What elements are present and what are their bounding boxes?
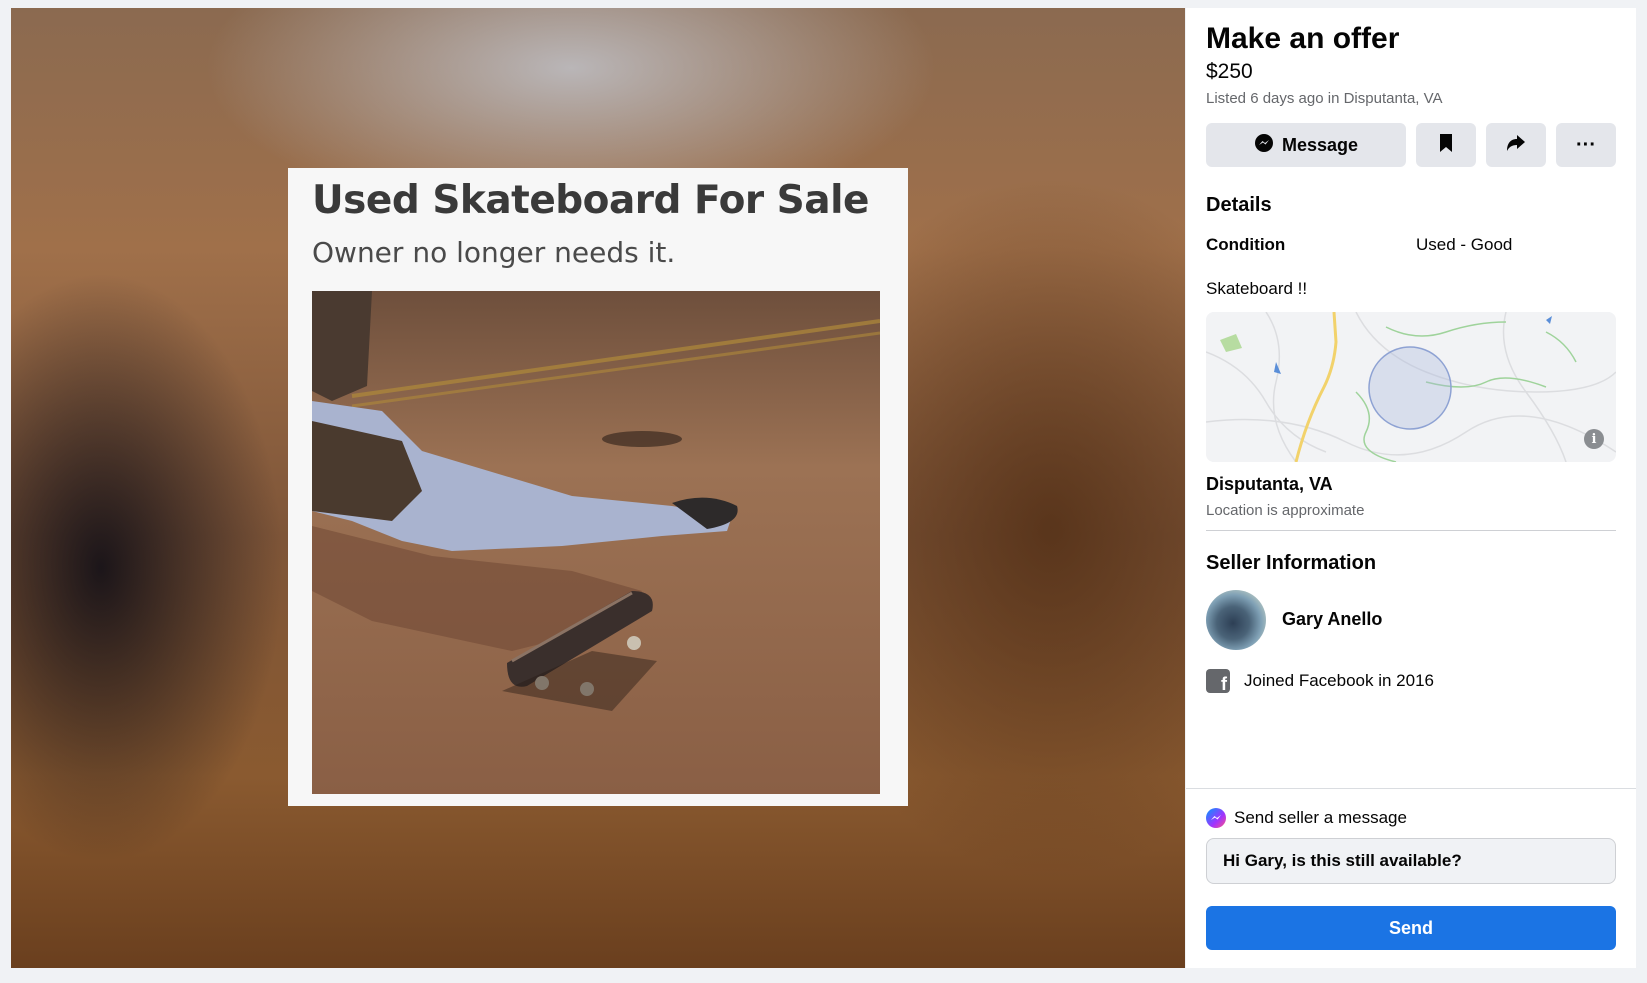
send-button[interactable]: Send: [1206, 906, 1616, 950]
location-map[interactable]: i: [1206, 312, 1616, 462]
seller-avatar[interactable]: [1206, 590, 1266, 650]
messenger-logo-icon: [1206, 808, 1226, 828]
location-name: Disputanta, VA: [1206, 474, 1333, 494]
send-message-label: Send seller a message: [1234, 808, 1407, 827]
seller-heading: Seller Information: [1206, 552, 1377, 574]
details-heading: Details: [1206, 194, 1272, 216]
media-viewer: Used Skateboard For Sale Owner no longer…: [11, 8, 1185, 968]
message-input[interactable]: [1206, 838, 1616, 884]
bookmark-icon: [1438, 133, 1454, 158]
joined-facebook-text: Joined Facebook in 2016: [1244, 671, 1434, 690]
page-title: Make an offer: [1206, 22, 1400, 55]
listing-price: $250: [1206, 60, 1253, 83]
more-options-button[interactable]: ···: [1556, 123, 1616, 167]
image-subline: Owner no longer needs it.: [312, 236, 676, 269]
send-message-header: Send seller a message: [1206, 808, 1407, 828]
listing-details-panel: Make an offer $250 Listed 6 days ago in …: [1186, 8, 1636, 968]
share-icon: [1506, 134, 1526, 157]
save-button[interactable]: [1416, 123, 1476, 167]
listing-description: Skateboard !!: [1206, 279, 1308, 298]
image-headline: Used Skateboard For Sale: [312, 178, 869, 223]
messenger-icon: [1254, 133, 1274, 158]
more-icon: ···: [1576, 133, 1596, 156]
condition-label: Condition: [1206, 235, 1286, 254]
seller-name-link[interactable]: Gary Anello: [1282, 609, 1382, 630]
condition-value: Used - Good: [1416, 235, 1513, 254]
map-info-icon[interactable]: i: [1584, 429, 1604, 449]
listing-photo: [312, 291, 880, 794]
share-button[interactable]: [1486, 123, 1546, 167]
message-section-divider: [1186, 788, 1636, 789]
section-divider: [1206, 530, 1616, 531]
message-button-label: Message: [1281, 134, 1359, 155]
listing-image[interactable]: Used Skateboard For Sale Owner no longer…: [288, 168, 908, 806]
listed-info: Listed 6 days ago in Disputanta, VA: [1206, 90, 1443, 107]
facebook-icon: f: [1206, 669, 1230, 693]
location-note: Location is approximate: [1206, 502, 1365, 519]
message-button[interactable]: Message: [1206, 123, 1406, 167]
